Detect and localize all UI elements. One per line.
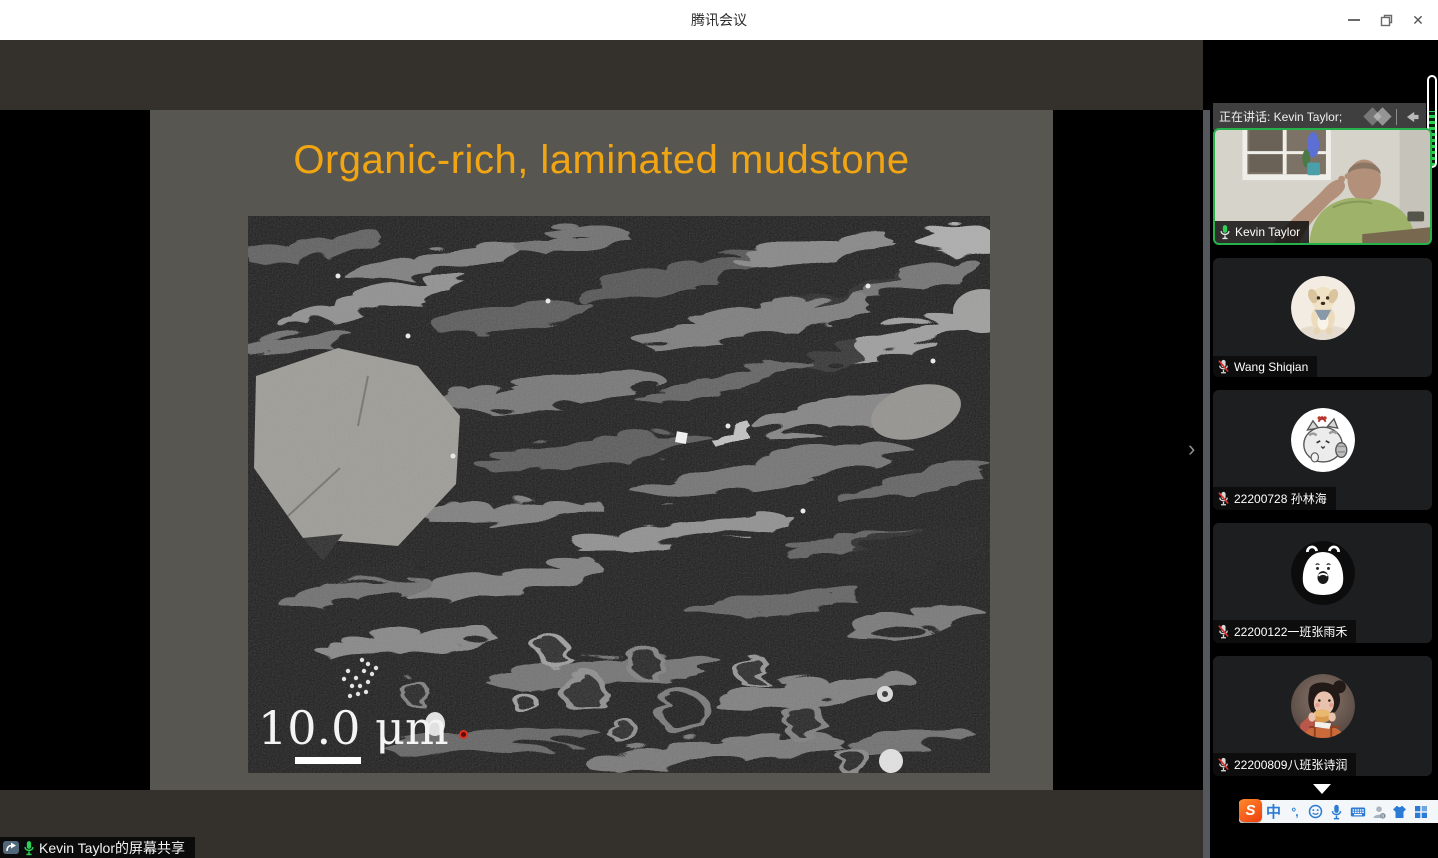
speaking-now-text: 正在讲话: Kevin Taylor; — [1219, 108, 1362, 125]
sem-micrograph: 10.0 μm — [248, 216, 990, 773]
window-controls: ✕ — [1338, 0, 1434, 40]
ime-skin-icon[interactable] — [1390, 801, 1409, 822]
participant-name-bar: 22200122一班张雨禾 — [1213, 620, 1356, 643]
muted-mic-icon — [1217, 359, 1230, 374]
avatar — [1213, 674, 1432, 738]
restore-icon — [1380, 14, 1393, 27]
muted-mic-icon — [1217, 757, 1230, 772]
active-mic-icon — [1219, 224, 1231, 240]
ime-punctuation-icon[interactable]: °, — [1285, 801, 1304, 822]
ime-voice-input-icon[interactable] — [1327, 801, 1346, 822]
girl-photo-avatar — [1291, 674, 1355, 738]
scale-bar-label: 10.0 μm — [258, 705, 449, 751]
participant-name-bar: 22200809八班张诗润 — [1213, 753, 1356, 776]
muted-mic-icon — [1217, 624, 1230, 639]
screen-share-area: Organic-rich, laminated mudstone — [0, 40, 1203, 858]
ime-chinese-mode-icon[interactable]: 中 — [1264, 801, 1283, 822]
participant-tile-22200122[interactable]: 22200122一班张雨禾 — [1213, 523, 1432, 643]
banner-divider — [1396, 109, 1397, 125]
participant-name: 22200122一班张雨禾 — [1234, 623, 1347, 640]
muted-mic-icon — [1217, 491, 1230, 506]
participant-name: 22200728 孙林海 — [1234, 490, 1327, 507]
window-titlebar: 腾讯会议 ✕ — [0, 0, 1438, 40]
expand-panel-chevron[interactable]: › — [1188, 438, 1195, 460]
ime-emoji-icon[interactable] — [1306, 801, 1325, 822]
meeting-main-area: Organic-rich, laminated mudstone — [0, 40, 1438, 858]
panel-scrollbar[interactable] — [1203, 110, 1210, 858]
participant-tile-22200809[interactable]: 22200809八班张诗润 — [1213, 656, 1432, 776]
avatar — [1213, 541, 1432, 605]
svg-text:n: n — [1381, 813, 1384, 818]
close-icon: ✕ — [1412, 12, 1424, 29]
participants-panel: 正在讲话: Kevin Taylor; — [1203, 40, 1438, 858]
participant-name: Wang Shiqian — [1234, 360, 1308, 374]
window-title: 腾讯会议 — [691, 10, 747, 30]
laser-pointer-dot — [459, 730, 468, 739]
minimize-button[interactable] — [1338, 0, 1370, 40]
sem-micrograph-image — [248, 216, 990, 773]
avatar — [1213, 408, 1432, 472]
collapse-banner-arrow-icon[interactable] — [1404, 110, 1420, 124]
ime-soft-keyboard-icon[interactable] — [1348, 801, 1367, 822]
participant-name-bar: Kevin Taylor — [1215, 221, 1309, 243]
participant-name-bar: 22200728 孙林海 — [1213, 487, 1336, 510]
participant-tile-wang-shiqian[interactable]: Wang Shiqian — [1213, 258, 1432, 377]
avatar — [1213, 276, 1432, 340]
presentation-slide: Organic-rich, laminated mudstone — [150, 110, 1053, 790]
screen-share-banner-text: Kevin Taylor的屏幕共享 — [39, 838, 185, 858]
ime-toolbar: S 中 °, n — [1239, 800, 1438, 823]
shared-desktop-top-strip — [0, 40, 1203, 110]
cartoon-polar-bear-avatar — [1291, 541, 1355, 605]
ime-account-icon[interactable]: n — [1369, 801, 1388, 822]
speaking-now-banner: 正在讲话: Kevin Taylor; — [1213, 103, 1426, 130]
puppy-avatar — [1291, 276, 1355, 340]
slide-title: Organic-rich, laminated mudstone — [150, 138, 1053, 183]
cartoon-cat-avatar — [1291, 408, 1355, 472]
collapse-panel-arrow[interactable] — [1313, 784, 1331, 794]
minimize-icon — [1348, 19, 1360, 21]
ime-toolbox-icon[interactable] — [1411, 801, 1430, 822]
close-button[interactable]: ✕ — [1402, 0, 1434, 40]
participant-name: Kevin Taylor — [1235, 225, 1300, 239]
participant-tile-kevin-taylor[interactable]: Kevin Taylor — [1213, 128, 1432, 245]
participant-tile-22200728[interactable]: 22200728 孙林海 — [1213, 390, 1432, 510]
screen-share-banner: Kevin Taylor的屏幕共享 — [0, 837, 195, 858]
sogou-logo-icon[interactable]: S — [1239, 799, 1262, 822]
active-mic-icon — [23, 840, 35, 856]
screen-share-icon — [3, 840, 19, 855]
participant-name: 22200809八班张诗润 — [1234, 756, 1347, 773]
scale-bar — [295, 757, 361, 764]
participant-name-bar: Wang Shiqian — [1213, 356, 1317, 377]
restore-button[interactable] — [1370, 0, 1402, 40]
tencent-meeting-window: 腾讯会议 ✕ Organic-rich, laminated mudstone — [0, 0, 1438, 858]
